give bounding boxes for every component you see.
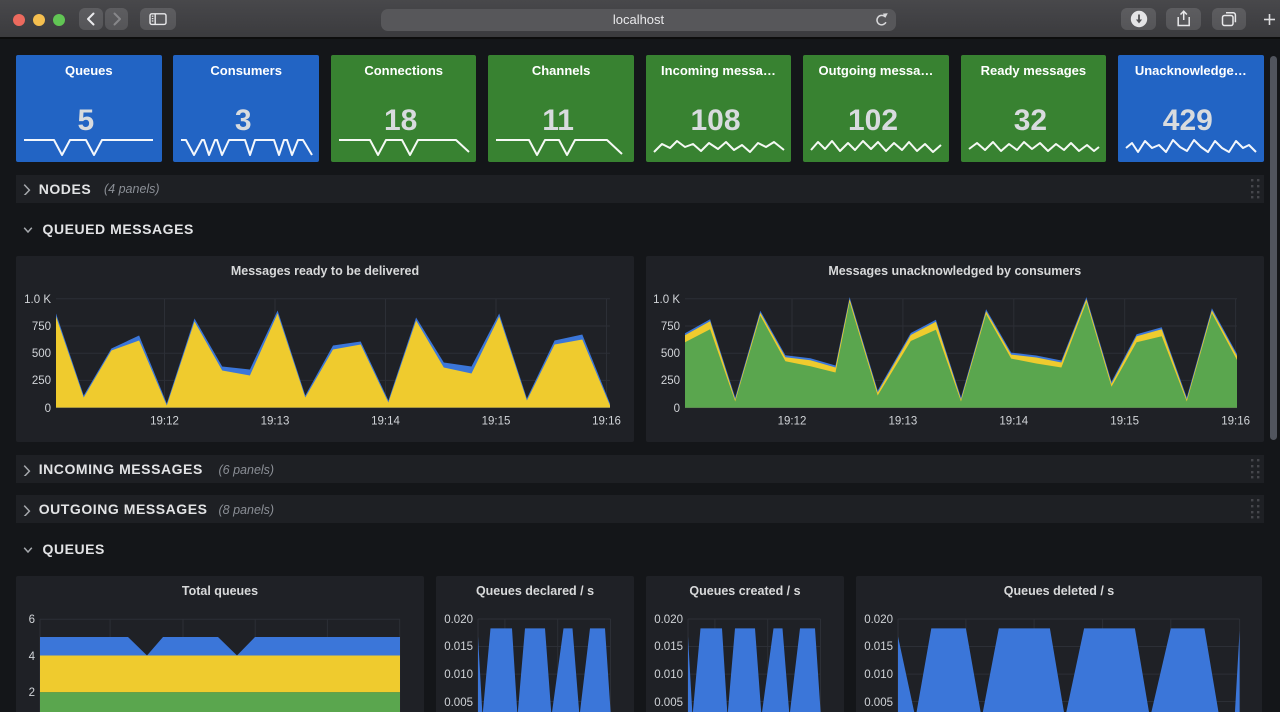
svg-text:Queues declared / s: Queues declared / s xyxy=(476,584,594,598)
svg-text:250: 250 xyxy=(661,375,680,387)
svg-text:19:15: 19:15 xyxy=(1110,415,1139,427)
svg-text:19:15: 19:15 xyxy=(482,415,511,427)
svg-text:0.015: 0.015 xyxy=(444,641,473,653)
svg-text:250: 250 xyxy=(32,375,51,387)
svg-text:0.010: 0.010 xyxy=(444,669,473,681)
svg-text:0.015: 0.015 xyxy=(654,641,683,653)
svg-text:6: 6 xyxy=(29,614,35,626)
svg-text:Messages ready to be delivered: Messages ready to be delivered xyxy=(231,264,419,278)
svg-text:19:13: 19:13 xyxy=(889,415,918,427)
svg-text:Total queues: Total queues xyxy=(182,584,258,598)
svg-text:Messages unacknowledged by con: Messages unacknowledged by consumers xyxy=(828,264,1081,278)
svg-text:0.005: 0.005 xyxy=(864,697,893,709)
svg-text:1.0 K: 1.0 K xyxy=(24,294,51,306)
svg-text:19:12: 19:12 xyxy=(150,415,179,427)
svg-text:0: 0 xyxy=(45,403,51,415)
svg-text:0.005: 0.005 xyxy=(654,697,683,709)
svg-text:Queues deleted / s: Queues deleted / s xyxy=(1004,584,1115,598)
svg-text:19:12: 19:12 xyxy=(778,415,807,427)
svg-text:0.015: 0.015 xyxy=(864,641,893,653)
svg-text:750: 750 xyxy=(32,321,51,333)
svg-text:1.0 K: 1.0 K xyxy=(653,294,680,306)
svg-text:Queues created / s: Queues created / s xyxy=(689,584,800,598)
svg-text:19:16: 19:16 xyxy=(1221,415,1250,427)
svg-text:4: 4 xyxy=(29,651,36,663)
svg-text:0.020: 0.020 xyxy=(444,614,473,626)
svg-text:19:16: 19:16 xyxy=(592,415,621,427)
svg-text:0.010: 0.010 xyxy=(654,669,683,681)
svg-text:500: 500 xyxy=(32,348,51,360)
svg-text:0.010: 0.010 xyxy=(864,669,893,681)
svg-text:0: 0 xyxy=(674,403,680,415)
svg-text:2: 2 xyxy=(29,687,35,699)
svg-text:750: 750 xyxy=(661,321,680,333)
svg-text:0.005: 0.005 xyxy=(444,697,473,709)
svg-text:0.020: 0.020 xyxy=(864,614,893,626)
svg-text:19:14: 19:14 xyxy=(999,415,1028,427)
svg-text:19:14: 19:14 xyxy=(371,415,400,427)
svg-text:500: 500 xyxy=(661,348,680,360)
svg-text:19:13: 19:13 xyxy=(261,415,290,427)
svg-text:0.020: 0.020 xyxy=(654,614,683,626)
